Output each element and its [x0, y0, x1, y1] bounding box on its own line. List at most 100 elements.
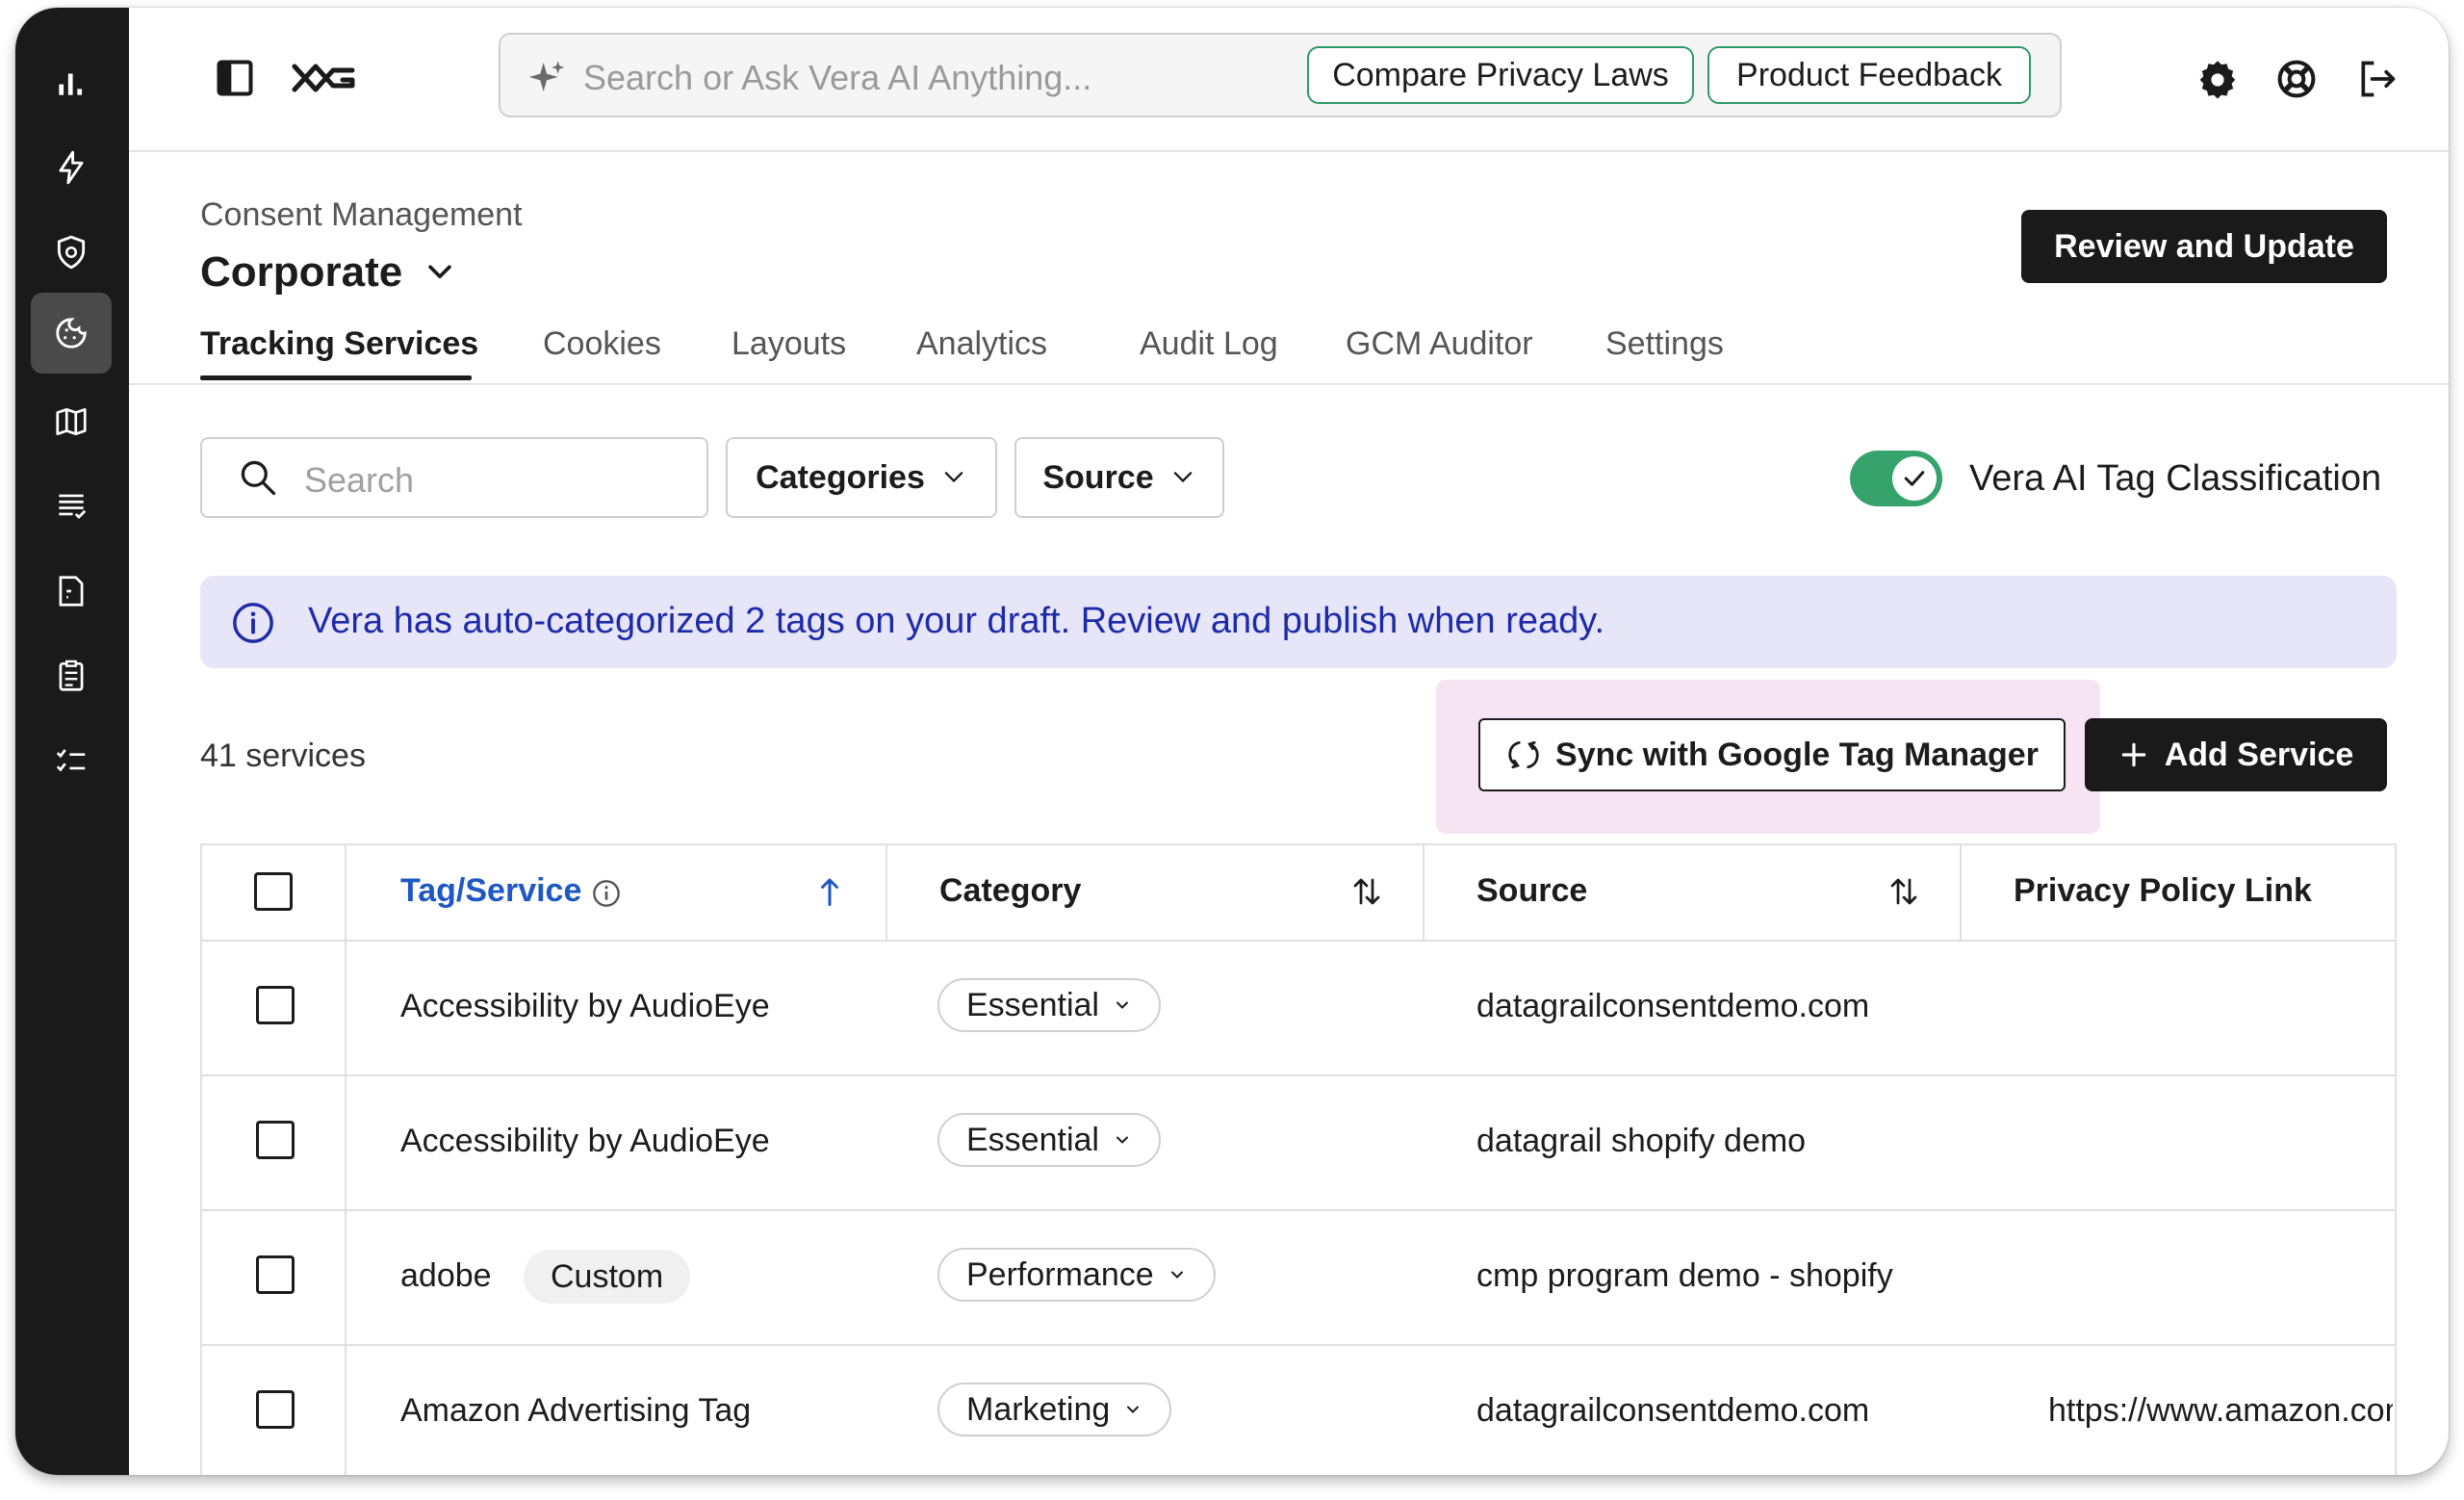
chevron-down-icon	[1116, 1136, 1128, 1144]
service-name: adobe	[400, 1257, 492, 1294]
table-row[interactable]: Amazon Advertising Tag Marketing datagra…	[202, 1344, 2395, 1475]
tab-gcm-auditor[interactable]: GCM Auditor	[1346, 325, 1533, 363]
tab-cookies[interactable]: Cookies	[543, 325, 661, 363]
sidebar-item-automation[interactable]	[31, 127, 112, 208]
source-dropdown[interactable]: Source	[1014, 437, 1224, 518]
vera-ai-tag-classification-toggle[interactable]	[1850, 451, 1942, 506]
table-header: Tag/Service Category Source Privacy Poli…	[202, 845, 2395, 942]
help-lifebuoy-icon[interactable]	[2275, 58, 2318, 100]
column-divider	[886, 845, 887, 940]
table-row[interactable]: Accessibility by AudioEye Essential data…	[202, 940, 2395, 1076]
tab-tracking-services[interactable]: Tracking Services	[200, 325, 478, 363]
sync-button-label: Sync with Google Tag Manager	[1555, 736, 2039, 773]
chevron-down-icon	[1116, 1001, 1128, 1009]
gear-icon[interactable]	[2196, 58, 2239, 100]
review-and-update-button[interactable]: Review and Update	[2021, 210, 2387, 283]
tag-service-header[interactable]: Tag/Service	[400, 872, 581, 910]
sidebar-item-dashboard[interactable]	[31, 42, 112, 123]
service-source: datagrail shopify demo	[1476, 1123, 1807, 1159]
workspace-selector[interactable]: Corporate	[200, 248, 456, 297]
cookie-icon	[56, 318, 87, 349]
tab-analytics[interactable]: Analytics	[916, 325, 1047, 363]
tab-layouts[interactable]: Layouts	[732, 325, 846, 363]
categories-dropdown-label: Categories	[756, 458, 925, 496]
sidebar-item-assessments[interactable]	[31, 635, 112, 716]
table-row[interactable]: adobe Custom Performance cmp program dem…	[202, 1209, 2395, 1346]
column-divider	[1423, 845, 1424, 940]
services-search-input[interactable]: Search	[200, 437, 708, 518]
sidebar-toggle-icon[interactable]	[214, 57, 256, 99]
toggle-knob	[1892, 456, 1937, 501]
bar-chart-icon	[59, 73, 83, 95]
category-selector[interactable]: Performance	[937, 1248, 1216, 1302]
sidebar	[15, 8, 129, 1475]
shield-at-icon	[57, 235, 86, 270]
plus-icon	[2121, 742, 2146, 767]
logout-icon[interactable]	[2356, 58, 2399, 100]
service-source: datagrailconsentdemo.com	[1476, 1392, 1870, 1429]
services-search-placeholder: Search	[304, 460, 415, 500]
search-icon	[241, 460, 276, 496]
column-divider	[1960, 845, 1962, 940]
category-selector[interactable]: Marketing	[937, 1383, 1172, 1436]
service-name: Amazon Advertising Tag	[400, 1392, 752, 1429]
sidebar-item-map[interactable]	[31, 381, 112, 462]
sync-google-tag-manager-button[interactable]: Sync with Google Tag Manager	[1478, 718, 2066, 791]
privacy-policy-header: Privacy Policy Link	[2014, 872, 2312, 909]
app-window: Search or Ask Vera AI Anything... Compar…	[15, 8, 2449, 1475]
breadcrumb: Consent Management	[200, 196, 523, 233]
service-source: datagrailconsentdemo.com	[1476, 988, 1870, 1024]
categories-dropdown[interactable]: Categories	[726, 437, 997, 518]
global-search-placeholder: Search or Ask Vera AI Anything...	[583, 58, 1092, 97]
sort-icon[interactable]	[1886, 872, 1921, 911]
sort-ascending-icon[interactable]	[812, 872, 847, 911]
vera-ai-toggle-label: Vera AI Tag Classification	[1969, 458, 2382, 499]
datagrail-logo-icon[interactable]	[291, 56, 358, 100]
category-selector[interactable]: Essential	[937, 1113, 1161, 1167]
chevron-down-icon	[428, 265, 452, 279]
chevron-down-icon	[944, 472, 963, 483]
sort-icon[interactable]	[1349, 872, 1384, 911]
sync-icon	[1508, 740, 1539, 769]
page-title: Corporate	[200, 248, 403, 296]
tabs-divider	[129, 383, 2449, 385]
row-checkbox[interactable]	[256, 1390, 295, 1429]
source-dropdown-label: Source	[1042, 458, 1154, 496]
chevron-down-icon	[1170, 1271, 1183, 1279]
tab-audit-log[interactable]: Audit Log	[1140, 325, 1278, 363]
sidebar-item-requests[interactable]	[31, 466, 112, 547]
category-selector[interactable]: Essential	[937, 978, 1161, 1032]
category-value: Performance	[966, 1255, 1154, 1293]
sidebar-item-tasks[interactable]	[31, 720, 112, 801]
map-icon	[56, 407, 87, 436]
table-row[interactable]: Accessibility by AudioEye Essential data…	[202, 1074, 2395, 1211]
sidebar-item-privacy[interactable]	[31, 212, 112, 293]
service-name: Accessibility by AudioEye	[400, 1123, 770, 1159]
sidebar-item-documents[interactable]	[31, 551, 112, 632]
tab-settings[interactable]: Settings	[1605, 325, 1724, 363]
row-checkbox[interactable]	[256, 986, 295, 1024]
privacy-policy-link[interactable]: https://www.amazon.com	[2048, 1392, 2393, 1430]
checklist-icon	[56, 749, 86, 772]
info-banner: Vera has auto-categorized 2 tags on your…	[200, 576, 2397, 668]
global-search-bar[interactable]: Search or Ask Vera AI Anything... Compar…	[499, 33, 2062, 117]
compare-privacy-laws-button[interactable]: Compare Privacy Laws	[1307, 46, 1694, 104]
chevron-down-icon	[1127, 1406, 1140, 1413]
document-icon	[59, 576, 84, 607]
source-header[interactable]: Source	[1476, 872, 1587, 910]
add-service-button[interactable]: Add Service	[2085, 718, 2387, 791]
services-table: Tag/Service Category Source Privacy Poli…	[200, 843, 2397, 1475]
clipboard-icon	[59, 659, 84, 691]
service-source: cmp program demo - shopify	[1476, 1257, 1893, 1294]
list-icon	[59, 494, 87, 519]
category-header[interactable]: Category	[939, 872, 1081, 910]
info-banner-text: Vera has auto-categorized 2 tags on your…	[308, 601, 1604, 641]
top-header: Search or Ask Vera AI Anything... Compar…	[129, 8, 2449, 152]
product-feedback-button[interactable]: Product Feedback	[1707, 46, 2031, 104]
sidebar-item-consent[interactable]	[31, 293, 112, 374]
custom-tag-badge: Custom	[524, 1250, 691, 1304]
category-value: Marketing	[966, 1390, 1111, 1428]
row-checkbox[interactable]	[256, 1121, 295, 1159]
row-checkbox[interactable]	[256, 1255, 295, 1294]
select-all-checkbox[interactable]	[254, 872, 293, 911]
